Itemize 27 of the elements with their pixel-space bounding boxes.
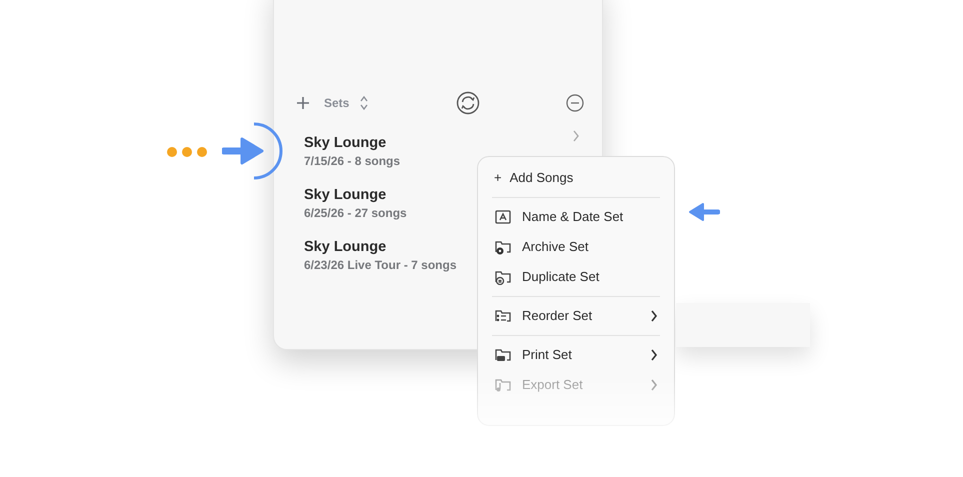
folder-icon <box>494 209 512 225</box>
sync-icon[interactable] <box>456 91 480 115</box>
set-name[interactable]: Sky Lounge <box>304 186 386 204</box>
set-details: 6/25/26 - 27 songs <box>304 205 407 222</box>
set-details: 6/23/26 Live Tour - 7 songs <box>304 257 456 274</box>
chevron-icon <box>572 130 580 142</box>
menu-item[interactable]: Print Set <box>488 340 664 370</box>
sets-title: Sets <box>324 95 350 112</box>
menu-item[interactable]: Duplicate Set <box>488 262 664 292</box>
folder-icon <box>494 269 512 285</box>
set-name[interactable]: Sky Lounge <box>304 238 386 256</box>
remove-icon[interactable] <box>566 94 584 112</box>
folder-icon <box>494 377 512 393</box>
folder-icon <box>494 347 512 363</box>
set-name[interactable]: Sky Lounge <box>304 134 386 152</box>
menu-item[interactable]: Name & Date Set <box>488 202 664 232</box>
folder-icon <box>494 308 512 324</box>
sort-icon[interactable] <box>359 95 370 111</box>
menu-item[interactable]: Archive Set <box>488 232 664 262</box>
folder-icon <box>494 239 512 255</box>
add-icon[interactable] <box>296 96 310 110</box>
set-details: 7/15/26 - 8 songs <box>304 153 400 170</box>
menu-item[interactable]: Reorder Set <box>488 301 664 331</box>
arrow-icon <box>688 202 720 222</box>
menu-item[interactable]: + Add Songs <box>488 163 664 193</box>
plus-icon: + <box>494 168 502 188</box>
dots-icon <box>166 146 208 158</box>
